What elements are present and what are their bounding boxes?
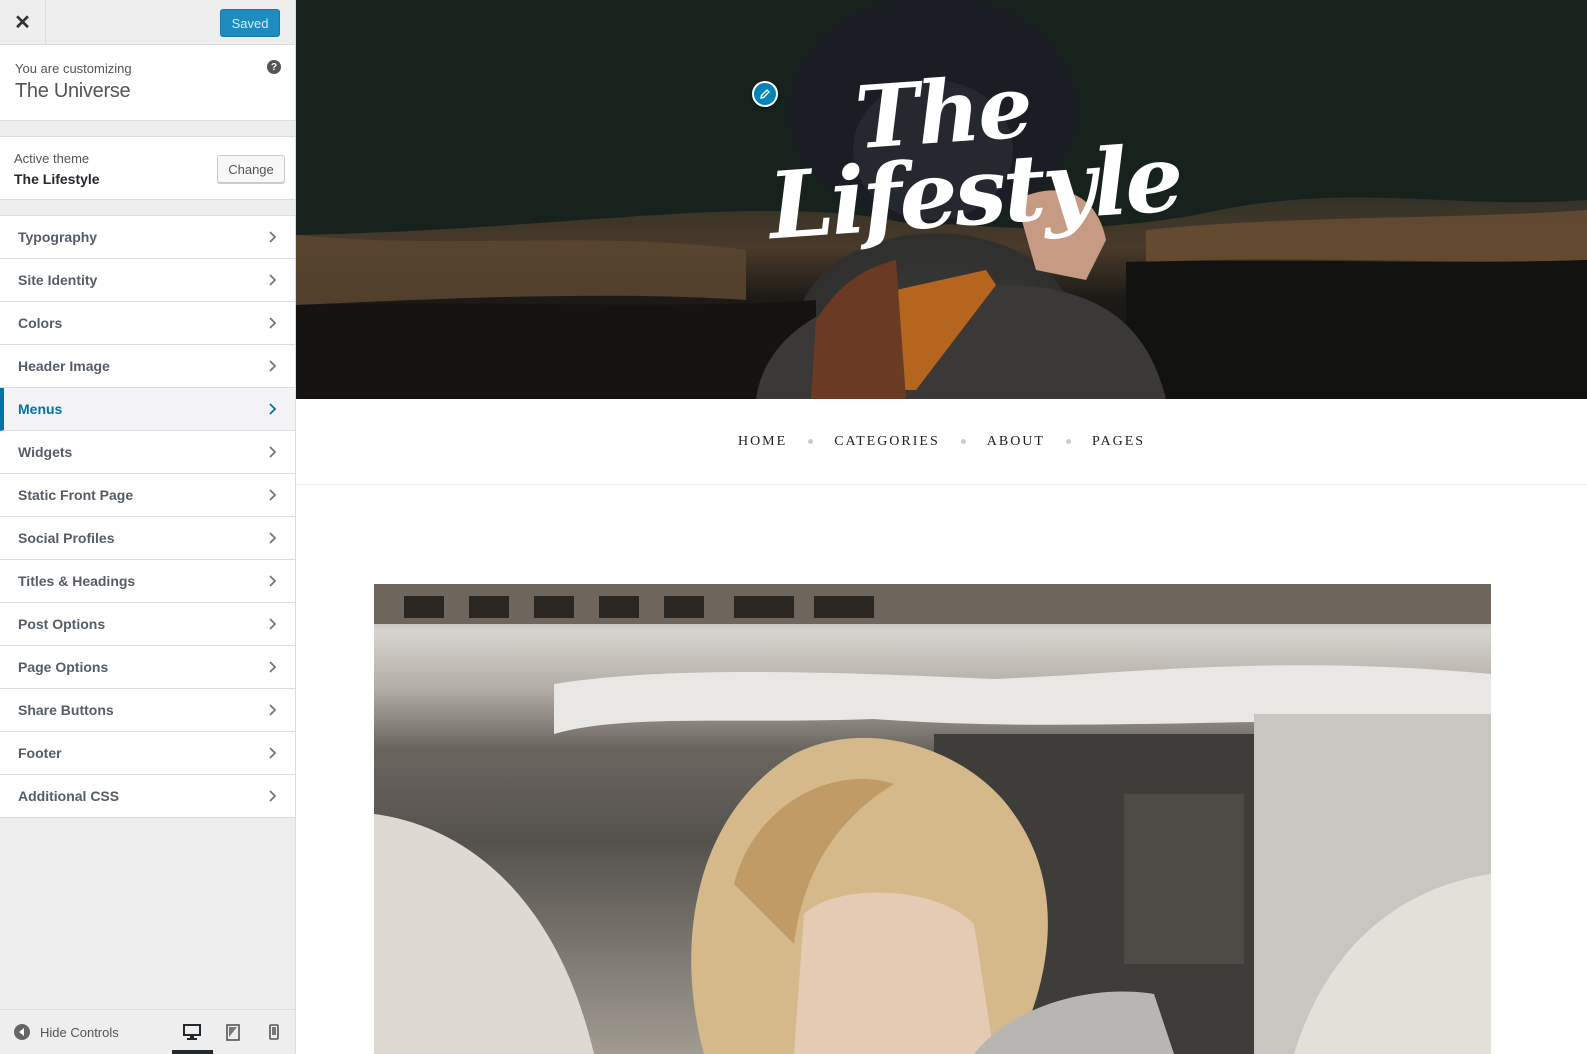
nav-separator-dot	[808, 439, 814, 444]
panel-item[interactable]: Footer	[0, 732, 295, 775]
customizer-panel-list: Typography Site Identity Colors Header Imag…	[0, 215, 295, 818]
customizing-label: You are customizing	[15, 61, 132, 76]
nav-link[interactable]: CATEGORIES	[834, 434, 940, 450]
nav-link[interactable]: PAGES	[1092, 434, 1145, 450]
featured-post-image[interactable]	[374, 584, 1491, 1054]
chevron-right-icon	[269, 274, 277, 286]
panel-item[interactable]: Site Identity	[0, 259, 295, 302]
panel-item[interactable]: Typography	[0, 216, 295, 259]
tablet-icon[interactable]	[223, 1022, 243, 1042]
active-theme-name: The Lifestyle	[14, 171, 100, 187]
panel-item-label: Page Options	[18, 659, 109, 675]
chevron-right-icon	[269, 575, 277, 587]
panel-item[interactable]: Additional CSS	[0, 775, 295, 818]
hide-controls-button[interactable]: Hide Controls	[14, 1024, 119, 1040]
chevron-right-icon	[269, 403, 277, 415]
nav-separator-dot	[960, 439, 966, 444]
chevron-right-icon	[269, 661, 277, 673]
panel-item[interactable]: Titles & Headings	[0, 560, 295, 603]
chevron-right-icon	[269, 618, 277, 630]
active-theme-section: Active theme The Lifestyle Change	[0, 136, 295, 200]
panel-item-label: Footer	[18, 745, 62, 761]
panel-item[interactable]: Static Front Page	[0, 474, 295, 517]
panel-item-label: Additional CSS	[18, 788, 120, 804]
panel-item[interactable]: Page Options	[0, 646, 295, 689]
site-preview: The Lifestyle HOME CATEGORIES ABOUT PAGES	[296, 0, 1587, 1054]
chevron-right-icon	[269, 704, 277, 716]
chevron-right-icon	[269, 360, 277, 372]
nav-link[interactable]: HOME	[738, 434, 787, 450]
customizer-header: ✕ Saved	[0, 0, 295, 45]
collapse-arrow-icon	[14, 1024, 30, 1040]
panel-item-label: Titles & Headings	[18, 573, 136, 589]
panel-item[interactable]: Social Profiles	[0, 517, 295, 560]
panel-item-label: Static Front Page	[18, 487, 134, 503]
chevron-right-icon	[269, 532, 277, 544]
chevron-right-icon	[269, 446, 277, 458]
panel-item[interactable]: Post Options	[0, 603, 295, 646]
saved-button[interactable]: Saved	[220, 9, 280, 37]
panel-item-label: Social Profiles	[18, 530, 115, 546]
edit-pencil-icon[interactable]	[752, 81, 778, 107]
chevron-right-icon	[269, 317, 277, 329]
chevron-right-icon	[269, 790, 277, 802]
panel-item-label: Typography	[18, 229, 98, 245]
panel-item-label: Menus	[18, 401, 63, 417]
nav-link[interactable]: ABOUT	[987, 434, 1045, 450]
site-title: The Universe	[15, 80, 131, 102]
selected-device-indicator	[172, 1050, 213, 1054]
panel-item[interactable]: Header Image	[0, 345, 295, 388]
panel-item[interactable]: Share Buttons	[0, 689, 295, 732]
site-logo[interactable]: The Lifestyle	[761, 56, 1184, 261]
change-theme-button[interactable]: Change	[217, 155, 285, 183]
header-image: The Lifestyle	[296, 0, 1587, 399]
chevron-right-icon	[269, 231, 277, 243]
desktop-icon[interactable]	[182, 1022, 202, 1042]
primary-navigation: HOME CATEGORIES ABOUT PAGES	[296, 399, 1587, 485]
help-icon[interactable]: ?	[267, 60, 281, 74]
panel-item-label: Share Buttons	[18, 702, 114, 718]
panel-item[interactable]: Colors	[0, 302, 295, 345]
logo-line-2: Lifestyle	[765, 123, 1184, 261]
post-photo	[374, 584, 1491, 1054]
panel-item-label: Post Options	[18, 616, 106, 632]
chevron-right-icon	[269, 747, 277, 759]
customizer-sidebar: ✕ Saved You are customizing The Universe…	[0, 0, 296, 1054]
panel-item-label: Widgets	[18, 444, 73, 460]
mobile-icon[interactable]	[264, 1022, 284, 1042]
customizing-info: You are customizing The Universe ?	[0, 45, 295, 121]
close-icon[interactable]: ✕	[0, 0, 46, 44]
chevron-right-icon	[269, 489, 277, 501]
active-theme-label: Active theme	[14, 151, 90, 166]
panel-item-label: Colors	[18, 315, 63, 331]
nav-separator-dot	[1065, 439, 1071, 444]
panel-item[interactable]: Widgets	[0, 431, 295, 474]
panel-item[interactable]: Menus	[0, 388, 295, 431]
customizer-footer: Hide Controls	[0, 1009, 295, 1054]
hide-controls-label: Hide Controls	[40, 1024, 119, 1040]
panel-item-label: Site Identity	[18, 272, 98, 288]
panel-item-label: Header Image	[18, 358, 110, 374]
